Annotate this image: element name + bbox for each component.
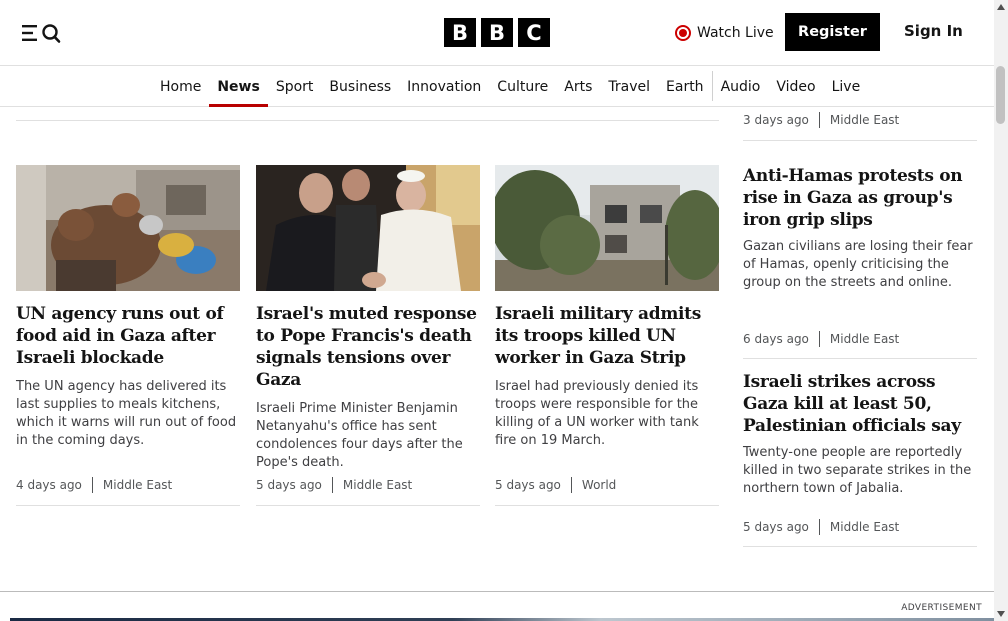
card-divider [256, 505, 480, 506]
sidebar-story-summary: Gazan civilians are losing their fear of… [743, 239, 973, 290]
sidebar-top-meta: 3 days ago Middle East [743, 112, 899, 128]
watch-live-label: Watch Live [697, 25, 774, 41]
advert-label: ADVERTISEMENT [901, 603, 982, 613]
story-meta: 4 days ago Middle East [16, 477, 172, 493]
story-headline[interactable]: Israeli military admits its troops kille… [495, 303, 719, 369]
meta-separator [818, 519, 820, 535]
advert-divider [0, 591, 994, 592]
nav-item-audio[interactable]: Audio [713, 66, 769, 107]
menu-search-button[interactable] [22, 22, 64, 44]
story-topic-link[interactable]: World [582, 478, 616, 492]
nav-items: Home News Sport Business Innovation Cult… [152, 66, 868, 107]
story-card[interactable]: Israeli military admits its troops kille… [495, 165, 719, 450]
scroll-down-arrow-icon[interactable] [997, 611, 1005, 617]
sidebar-story-meta: 5 days ago Middle East [743, 519, 899, 535]
story-time: 5 days ago [743, 520, 809, 534]
story-time: 5 days ago [256, 478, 322, 492]
logo-letter: C [518, 18, 550, 47]
register-button[interactable]: Register [785, 13, 880, 51]
nav-item-travel[interactable]: Travel [600, 66, 658, 107]
card-divider [495, 505, 719, 506]
sidebar-story-meta: 6 days ago Middle East [743, 331, 899, 347]
main-navigation: Home News Sport Business Innovation Cult… [0, 66, 994, 107]
story-topic-link[interactable]: Middle East [830, 520, 899, 534]
story-topic-link[interactable]: Middle East [103, 478, 172, 492]
sign-in-link[interactable]: Sign In [904, 22, 963, 40]
logo-letter: B [481, 18, 513, 47]
story-card[interactable]: UN agency runs out of food aid in Gaza a… [16, 165, 240, 450]
watch-live-link[interactable]: Watch Live [675, 22, 774, 44]
story-image-food-aid[interactable] [16, 165, 240, 291]
nav-item-arts[interactable]: Arts [556, 66, 600, 107]
sidebar-divider [743, 140, 977, 141]
story-headline[interactable]: Israel's muted response to Pope Francis'… [256, 303, 480, 391]
scroll-thumb[interactable] [996, 66, 1005, 124]
sidebar-story-headline[interactable]: Israeli strikes across Gaza kill at leas… [743, 371, 977, 437]
sidebar-story[interactable]: Israeli strikes across Gaza kill at leas… [743, 371, 977, 498]
story-summary: The UN agency has delivered its last sup… [16, 379, 237, 448]
section-divider [16, 120, 719, 121]
nav-item-video[interactable]: Video [768, 66, 823, 107]
nav-item-news[interactable]: News [209, 66, 269, 107]
story-card[interactable]: Israel's muted response to Pope Francis'… [256, 165, 480, 472]
nav-item-sport[interactable]: Sport [268, 66, 322, 107]
story-summary: Israeli Prime Minister Benjamin Netanyah… [256, 401, 463, 470]
story-time: 4 days ago [16, 478, 82, 492]
site-header: B B C Watch Live Register Sign In [0, 0, 994, 66]
nav-item-home[interactable]: Home [152, 66, 209, 107]
sidebar-story-summary: Twenty-one people are reportedly killed … [743, 445, 972, 496]
nav-item-culture[interactable]: Culture [489, 66, 556, 107]
story-time: 3 days ago [743, 113, 809, 127]
bbc-logo[interactable]: B B C [444, 18, 550, 47]
story-meta: 5 days ago Middle East [256, 477, 412, 493]
meta-separator [818, 112, 820, 128]
meta-separator [91, 477, 93, 493]
page-scrollbar[interactable] [994, 0, 1008, 621]
sidebar-story-headline[interactable]: Anti-Hamas protests on rise in Gaza as g… [743, 165, 977, 231]
story-headline[interactable]: UN agency runs out of food aid in Gaza a… [16, 303, 240, 369]
nav-item-business[interactable]: Business [321, 66, 399, 107]
nav-item-earth[interactable]: Earth [658, 66, 712, 107]
story-time: 5 days ago [495, 478, 561, 492]
live-icon [675, 25, 691, 41]
story-image-pope-netanyahu[interactable] [256, 165, 480, 291]
story-image-damaged-building[interactable] [495, 165, 719, 291]
story-meta: 5 days ago World [495, 477, 616, 493]
logo-letter: B [444, 18, 476, 47]
meta-separator [818, 331, 820, 347]
sidebar-story[interactable]: Anti-Hamas protests on rise in Gaza as g… [743, 165, 977, 292]
scroll-up-arrow-icon[interactable] [997, 4, 1005, 10]
nav-item-innovation[interactable]: Innovation [399, 66, 489, 107]
story-time: 6 days ago [743, 332, 809, 346]
menu-icon [22, 24, 61, 43]
meta-separator [331, 477, 333, 493]
sidebar-divider [743, 358, 977, 359]
story-summary: Israel had previously denied its troops … [495, 379, 699, 448]
meta-separator [570, 477, 572, 493]
sidebar-divider [743, 546, 977, 547]
story-topic-link[interactable]: Middle East [830, 113, 899, 127]
story-topic-link[interactable]: Middle East [830, 332, 899, 346]
story-topic-link[interactable]: Middle East [343, 478, 412, 492]
nav-item-live[interactable]: Live [824, 66, 869, 107]
card-divider [16, 505, 240, 506]
